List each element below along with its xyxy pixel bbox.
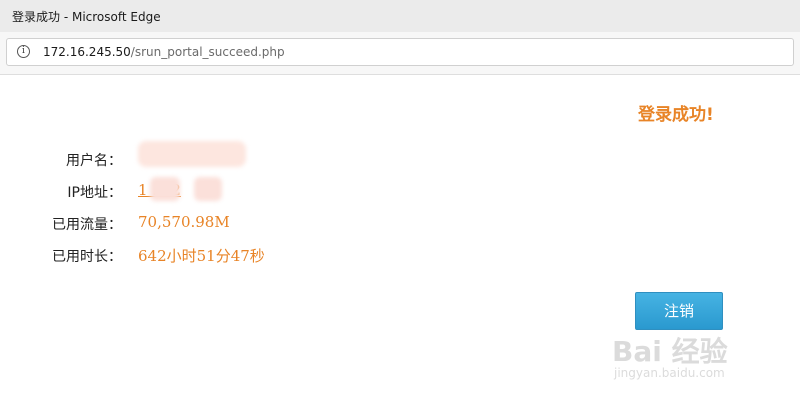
address-bar: i 172.16.245.50/srun_portal_succeed.php bbox=[0, 32, 800, 75]
window-title: 登录成功 - Microsoft Edge bbox=[12, 10, 161, 24]
logout-button[interactable]: 注销 bbox=[635, 292, 723, 330]
browser-window: 登录成功 - Microsoft Edge i 172.16.245.50/sr… bbox=[0, 0, 800, 400]
ip-redacted-part-2 bbox=[194, 177, 222, 201]
baidu-watermark: Bai 经验 jingyan.baidu.com bbox=[612, 330, 772, 390]
traffic-value: 70,570.98M bbox=[138, 213, 230, 231]
info-icon[interactable]: i bbox=[17, 45, 30, 58]
url-text[interactable]: 172.16.245.50/srun_portal_succeed.php bbox=[43, 45, 285, 59]
username-redacted bbox=[138, 141, 246, 167]
ip-redacted-part-1 bbox=[150, 177, 180, 201]
traffic-label: 已用流量： bbox=[52, 217, 122, 233]
username-label: 用户名： bbox=[66, 153, 122, 169]
duration-value: 642小时51分47秒 bbox=[138, 247, 265, 265]
url-path: /srun_portal_succeed.php bbox=[130, 45, 285, 59]
page-content: 登录成功! 用户名： IP地址： 1 .1 2 已用流量： 70,570.98M… bbox=[0, 75, 800, 400]
url-box[interactable]: i 172.16.245.50/srun_portal_succeed.php bbox=[6, 38, 794, 66]
watermark-logo-text: Bai 经验 bbox=[612, 335, 728, 368]
ip-label: IP地址： bbox=[67, 185, 122, 201]
url-host: 172.16.245.50 bbox=[43, 45, 131, 59]
login-success-message: 登录成功! bbox=[638, 105, 714, 125]
watermark-url: jingyan.baidu.com bbox=[614, 366, 725, 380]
duration-label: 已用时长： bbox=[52, 249, 122, 265]
title-bar: 登录成功 - Microsoft Edge bbox=[0, 0, 800, 32]
